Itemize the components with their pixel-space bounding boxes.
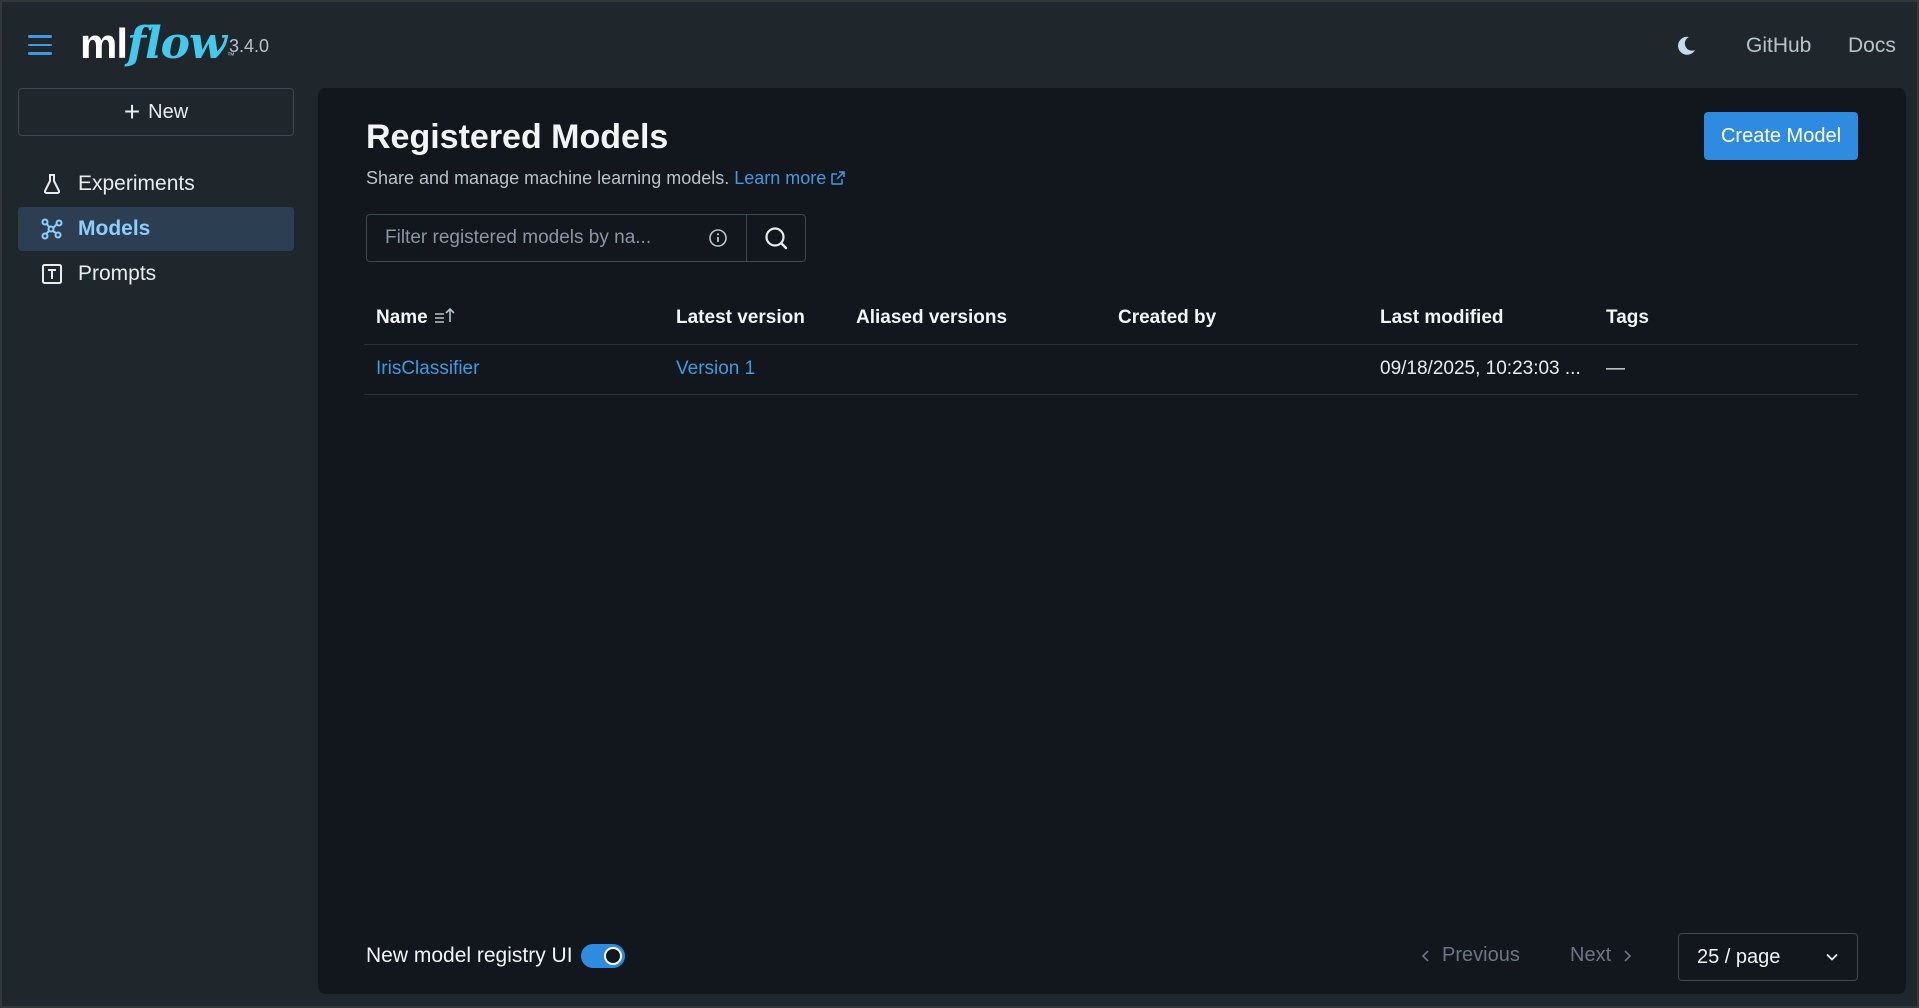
column-header-tags: Tags <box>1594 292 1858 345</box>
sidebar-item-label: Experiments <box>78 172 195 195</box>
version-label: 3.4.0 <box>229 36 270 56</box>
learn-more-link[interactable]: Learn more <box>734 168 846 188</box>
main-panel: Registered Models Share and manage machi… <box>318 88 1906 994</box>
mlflow-logo[interactable]: ml flow ™ <box>80 20 235 68</box>
subtitle-text: Share and manage machine learning models… <box>366 168 730 188</box>
column-header-last-modified: Last modified <box>1368 292 1594 345</box>
chevron-down-icon <box>1826 953 1838 961</box>
docs-link[interactable]: Docs <box>1848 34 1896 58</box>
column-header-created-by: Created by <box>1106 292 1368 345</box>
sidebar-item-prompts[interactable]: Prompts <box>18 252 294 296</box>
table-row: IrisClassifier Version 1 09/18/2025, 10:… <box>364 344 1858 395</box>
column-header-latest-version: Latest version <box>664 292 844 345</box>
toggle-label: New model registry UI <box>366 944 573 967</box>
sidebar-item-label: Prompts <box>78 262 157 285</box>
tags-cell: — <box>1594 344 1858 395</box>
previous-page-button[interactable]: Previous <box>1420 944 1520 967</box>
external-link-icon <box>831 171 846 185</box>
create-model-button[interactable]: Create Model <box>1704 112 1858 160</box>
sidebar-nav: Experiments Models Prompts <box>18 162 294 297</box>
aliased-versions-cell <box>844 344 1106 395</box>
menu-icon[interactable] <box>28 35 52 55</box>
search-input[interactable] <box>385 227 685 249</box>
created-by-cell <box>1106 344 1368 395</box>
moon-icon[interactable] <box>1674 34 1698 58</box>
model-name-link[interactable]: IrisClassifier <box>376 358 479 379</box>
models-icon <box>41 218 63 240</box>
plus-icon: + <box>123 96 141 127</box>
sort-ascending-icon[interactable] <box>434 306 456 326</box>
page-subtitle: Share and manage machine learning models… <box>366 168 846 189</box>
toggle-switch[interactable] <box>580 944 625 968</box>
registry-ui-toggle: New model registry UI <box>366 944 625 968</box>
latest-version-link[interactable]: Version 1 <box>676 358 755 379</box>
chevron-left-icon <box>1421 949 1429 962</box>
new-button[interactable]: + New <box>18 88 294 136</box>
top-bar: ml flow ™ 3.4.0 GitHub Docs <box>2 2 1917 90</box>
search-bar <box>366 214 806 262</box>
flask-icon <box>43 174 61 194</box>
prompt-icon <box>42 264 62 284</box>
search-field-wrapper <box>366 214 746 262</box>
sidebar-item-experiments[interactable]: Experiments <box>18 162 294 206</box>
column-header-aliased-versions: Aliased versions <box>844 292 1106 345</box>
chevron-right-icon <box>1624 949 1632 962</box>
sidebar-item-models[interactable]: Models <box>18 207 294 251</box>
models-table: Name Latest version Aliased versions Cre… <box>364 292 1858 395</box>
column-header-name[interactable]: Name <box>364 292 664 345</box>
page-size-select[interactable]: 25 / page <box>1678 933 1858 981</box>
info-icon[interactable] <box>708 228 728 248</box>
search-icon <box>765 227 788 250</box>
app-window: ml flow ™ 3.4.0 GitHub Docs + New Experime… <box>0 0 1919 1008</box>
github-link[interactable]: GitHub <box>1746 34 1811 58</box>
table-header-row: Name Latest version Aliased versions Cre… <box>364 292 1858 345</box>
search-button[interactable] <box>746 214 806 262</box>
page-title: Registered Models <box>366 118 669 156</box>
next-page-button[interactable]: Next <box>1570 944 1633 967</box>
new-button-label: New <box>148 100 189 123</box>
last-modified-cell: 09/18/2025, 10:23:03 ... <box>1368 344 1594 395</box>
page-size-value: 25 / page <box>1697 945 1781 968</box>
sidebar-item-label: Models <box>78 217 151 240</box>
